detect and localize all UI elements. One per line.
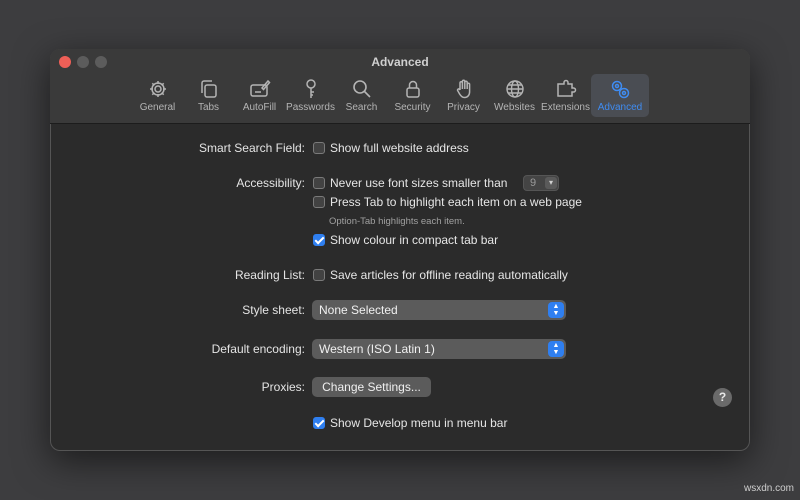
advanced-settings-pane: Smart Search Field: Show full website ad… bbox=[50, 124, 750, 451]
tab-label: Advanced bbox=[597, 102, 643, 113]
chevron-down-icon: ▾ bbox=[545, 177, 557, 189]
smart-search-label: Smart Search Field: bbox=[198, 141, 305, 155]
tab-search[interactable]: Search bbox=[336, 74, 387, 117]
preferences-window: Advanced General Tabs AutoFill Passwords… bbox=[50, 49, 750, 451]
tab-label: Search bbox=[345, 102, 378, 113]
compact-tab-colour-text: Show colour in compact tab bar bbox=[330, 233, 499, 247]
press-tab-hint: Option-Tab highlights each item. bbox=[329, 216, 465, 227]
style-sheet-label: Style sheet: bbox=[242, 303, 305, 317]
autofill-icon bbox=[249, 78, 271, 100]
lock-icon bbox=[402, 78, 424, 100]
accessibility-label: Accessibility: bbox=[236, 176, 305, 190]
min-font-size-text: Never use font sizes smaller than bbox=[330, 176, 508, 190]
compact-tab-colour-checkbox[interactable] bbox=[313, 234, 325, 246]
tab-privacy[interactable]: Privacy bbox=[438, 74, 489, 117]
style-sheet-select[interactable]: None Selected ▲ ▼ bbox=[312, 300, 566, 320]
tab-label: Websites bbox=[494, 102, 535, 113]
tab-passwords[interactable]: Passwords bbox=[285, 74, 336, 117]
tab-label: Extensions bbox=[541, 102, 590, 113]
window-title: Advanced bbox=[371, 55, 429, 69]
tab-security[interactable]: Security bbox=[387, 74, 438, 117]
tab-label: Privacy bbox=[447, 102, 480, 113]
preferences-toolbar: General Tabs AutoFill Passwords Search S… bbox=[132, 74, 649, 117]
show-full-address-text: Show full website address bbox=[330, 141, 469, 155]
tab-advanced[interactable]: Advanced bbox=[591, 74, 649, 117]
tab-label: Security bbox=[394, 102, 431, 113]
tab-autofill[interactable]: AutoFill bbox=[234, 74, 285, 117]
tab-tabs[interactable]: Tabs bbox=[183, 74, 234, 117]
tab-general[interactable]: General bbox=[132, 74, 183, 117]
press-tab-checkbox[interactable] bbox=[313, 196, 325, 208]
tab-extensions[interactable]: Extensions bbox=[540, 74, 591, 117]
change-proxy-settings-button[interactable]: Change Settings... bbox=[312, 377, 431, 397]
gear-icon bbox=[147, 78, 169, 100]
offline-reading-checkbox[interactable] bbox=[313, 269, 325, 281]
tabs-icon bbox=[198, 78, 220, 100]
press-tab-text: Press Tab to highlight each item on a we… bbox=[330, 195, 582, 209]
globe-icon bbox=[504, 78, 526, 100]
show-develop-menu-checkbox[interactable] bbox=[313, 417, 325, 429]
tab-websites[interactable]: Websites bbox=[489, 74, 540, 117]
min-font-size-select[interactable]: 9 ▾ bbox=[523, 175, 559, 191]
up-down-chevron-icon: ▲ ▼ bbox=[548, 341, 564, 357]
show-full-address-checkbox[interactable] bbox=[313, 142, 325, 154]
min-font-size-value: 9 bbox=[530, 177, 537, 189]
hand-icon bbox=[453, 78, 475, 100]
default-encoding-select[interactable]: Western (ISO Latin 1) ▲ ▼ bbox=[312, 339, 566, 359]
watermark-text: wsxdn.com bbox=[743, 483, 794, 494]
proxies-label: Proxies: bbox=[261, 380, 305, 394]
tab-label: Passwords bbox=[286, 102, 335, 113]
up-down-chevron-icon: ▲ ▼ bbox=[548, 302, 564, 318]
gears-icon bbox=[609, 78, 631, 100]
title-bar: Advanced General Tabs AutoFill Passwords… bbox=[50, 49, 750, 124]
tab-label: General bbox=[139, 102, 176, 113]
puzzle-icon bbox=[555, 78, 577, 100]
help-button[interactable]: ? bbox=[713, 388, 732, 407]
tab-label: AutoFill bbox=[242, 102, 277, 113]
style-sheet-value: None Selected bbox=[319, 303, 398, 317]
default-encoding-label: Default encoding: bbox=[211, 342, 305, 356]
key-icon bbox=[300, 78, 322, 100]
reading-list-label: Reading List: bbox=[234, 268, 305, 282]
min-font-size-checkbox[interactable] bbox=[313, 177, 325, 189]
magnifier-icon bbox=[351, 78, 373, 100]
show-develop-menu-text: Show Develop menu in menu bar bbox=[330, 416, 508, 430]
tab-label: Tabs bbox=[197, 102, 220, 113]
offline-reading-text: Save articles for offline reading automa… bbox=[330, 268, 568, 282]
default-encoding-value: Western (ISO Latin 1) bbox=[319, 342, 435, 356]
